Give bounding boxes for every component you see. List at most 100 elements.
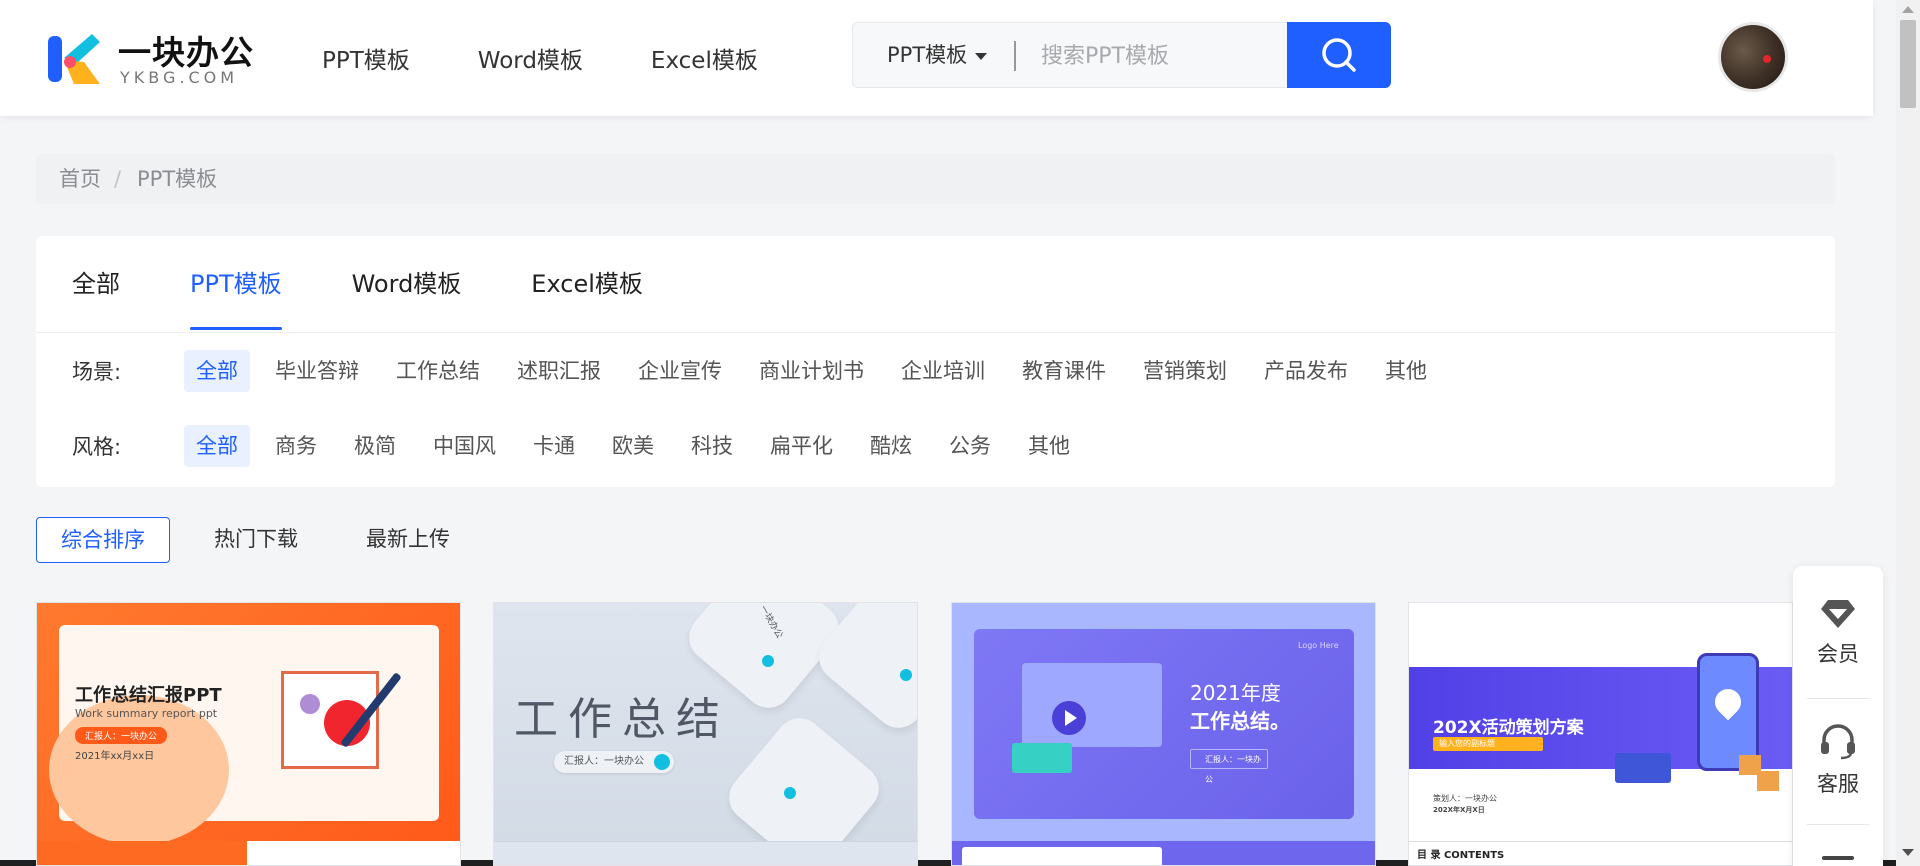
template-card[interactable]: 工作总结 汇报人：一块办公 一块办公 <box>493 602 918 866</box>
sort-options: 综合排序 热门下载 最新上传 <box>36 517 494 563</box>
tab-excel[interactable]: Excel模板 <box>531 236 643 332</box>
caret-down-icon <box>975 52 988 60</box>
logo-subtext: YKBG.COM <box>120 68 239 87</box>
template-card[interactable]: 工作总结汇报PPT Work summary report ppt 汇报人：一块… <box>36 602 461 866</box>
preview-block <box>962 847 1162 865</box>
decorative-dot <box>784 787 796 799</box>
scene-chip[interactable]: 营销策划 <box>1131 350 1239 392</box>
template-reporter: 策划人：一块办公 <box>1433 794 1497 803</box>
vip-button[interactable]: 会员 <box>1793 598 1883 668</box>
logo-mark-icon <box>48 34 100 84</box>
scene-chip[interactable]: 其他 <box>1373 350 1439 392</box>
style-chip[interactable]: 酷炫 <box>858 425 924 467</box>
template-year: 2021年度 <box>1190 681 1281 705</box>
scene-chip[interactable]: 商业计划书 <box>747 350 876 392</box>
template-subtitle: 输入您的副标题 <box>1433 737 1543 751</box>
scroll-down-icon[interactable] <box>1902 849 1914 856</box>
style-chip[interactable]: 全部 <box>184 425 250 467</box>
filter-panel: 全部 PPT模板 Word模板 Excel模板 场景: 全部 毕业答辩 工作总结… <box>36 236 1835 487</box>
style-filter-label: 风格: <box>72 435 122 459</box>
play-icon <box>1052 701 1086 735</box>
search-category-label: PPT模板 <box>887 43 968 67</box>
site-logo[interactable]: 一块办公 YKBG.COM <box>44 26 254 90</box>
template-title: 工作总结 <box>514 694 730 745</box>
scroll-up-icon[interactable] <box>1902 6 1914 13</box>
breadcrumb-home[interactable]: 首页 <box>59 154 101 204</box>
sort-newest-button[interactable]: 最新上传 <box>342 517 474 563</box>
scene-chip[interactable]: 毕业答辩 <box>263 350 371 392</box>
top-header: 一块办公 YKBG.COM PPT模板 Word模板 Excel模板 PPT模板 <box>0 0 1873 116</box>
template-date: 202X年X月X日 <box>1433 806 1485 814</box>
breadcrumb: 首页 / PPT模板 <box>36 154 1835 204</box>
preview-block <box>37 841 247 865</box>
scene-chip[interactable]: 全部 <box>184 350 250 392</box>
scene-chip[interactable]: 企业宣传 <box>626 350 734 392</box>
nav-ppt-templates[interactable]: PPT模板 <box>322 41 410 75</box>
user-avatar[interactable] <box>1718 22 1788 92</box>
search-input[interactable] <box>1039 23 1307 89</box>
scene-chip[interactable]: 教育课件 <box>1010 350 1118 392</box>
scene-chip[interactable]: 产品发布 <box>1252 350 1360 392</box>
scene-chip[interactable]: 述职汇报 <box>505 350 613 392</box>
template-corner-text: Logo Here <box>1298 641 1339 650</box>
scene-filter-label: 场景: <box>72 360 122 384</box>
style-chip[interactable]: 科技 <box>679 425 745 467</box>
style-chip[interactable]: 商务 <box>263 425 329 467</box>
scroll-thumb[interactable] <box>1900 20 1916 108</box>
panel-divider <box>1807 824 1869 825</box>
headset-icon <box>1821 724 1855 760</box>
tab-all[interactable]: 全部 <box>72 236 120 332</box>
search-button[interactable] <box>1287 22 1391 88</box>
scene-filter-row: 场景: 全部 毕业答辩 工作总结 述职汇报 企业宣传 商业计划书 企业培训 教育… <box>72 350 1452 392</box>
vip-label: 会员 <box>1817 642 1859 666</box>
template-subtitle: Work summary report ppt <box>75 707 218 720</box>
panel-more-icon[interactable] <box>1822 856 1854 860</box>
style-filter-row: 风格: 全部 商务 极简 中国风 卡通 欧美 科技 扁平化 酷炫 公务 其他 <box>72 425 1095 467</box>
style-chip[interactable]: 扁平化 <box>758 425 845 467</box>
style-chip[interactable]: 欧美 <box>600 425 666 467</box>
template-title: 工作总结。 <box>1190 709 1290 733</box>
thumbnail-preview-strip <box>37 841 460 865</box>
chart-illustration <box>1012 743 1072 773</box>
sort-popular-button[interactable]: 热门下载 <box>190 517 322 563</box>
scene-chip[interactable]: 工作总结 <box>384 350 492 392</box>
style-chip[interactable]: 其他 <box>1016 425 1082 467</box>
category-tabs: 全部 PPT模板 Word模板 Excel模板 <box>72 236 713 332</box>
template-reporter: 汇报人：一块办公 <box>554 751 674 773</box>
breadcrumb-current: PPT模板 <box>137 167 218 191</box>
sort-comprehensive-button[interactable]: 综合排序 <box>36 517 170 563</box>
style-chip[interactable]: 极简 <box>342 425 408 467</box>
box-illustration <box>1757 771 1779 791</box>
tab-word[interactable]: Word模板 <box>352 236 462 332</box>
search-category-dropdown[interactable]: PPT模板 <box>887 23 988 87</box>
truck-illustration <box>1615 753 1671 783</box>
style-chip[interactable]: 中国风 <box>421 425 508 467</box>
template-thumbnail: 工作总结 汇报人：一块办公 一块办公 <box>494 603 917 841</box>
screen-illustration <box>1022 663 1162 747</box>
tab-ppt[interactable]: PPT模板 <box>190 236 282 332</box>
search-bar: PPT模板 <box>852 22 1391 89</box>
breadcrumb-separator: / <box>114 167 122 191</box>
panel-divider <box>1807 698 1869 699</box>
template-card[interactable]: 2021年度 工作总结。 汇报人：一块办公 Logo Here <box>951 602 1376 866</box>
template-card[interactable]: 202X活动策划方案 输入您的副标题 策划人：一块办公 202X年X月X日 目 … <box>1408 602 1793 866</box>
decorative-dot <box>900 669 912 681</box>
template-reporter: 汇报人：一块办公 <box>75 727 168 744</box>
style-chip[interactable]: 公务 <box>937 425 1003 467</box>
nav-word-templates[interactable]: Word模板 <box>478 41 583 75</box>
diamond-icon <box>1821 600 1855 628</box>
decorative-tile <box>719 708 889 841</box>
template-thumbnail: 2021年度 工作总结。 汇报人：一块办公 Logo Here <box>952 603 1375 841</box>
customer-service-button[interactable]: 客服 <box>1793 724 1883 798</box>
thumbnail-preview-strip: 目 录 CONTENTS <box>1409 841 1792 865</box>
search-divider <box>1014 41 1016 71</box>
nav-excel-templates[interactable]: Excel模板 <box>651 41 758 75</box>
vertical-scrollbar[interactable] <box>1896 0 1920 866</box>
template-title: 202X活动策划方案 <box>1433 718 1584 738</box>
thumbnail-preview-strip <box>952 841 1375 865</box>
style-chip[interactable]: 卡通 <box>521 425 587 467</box>
search-icon <box>1322 38 1356 72</box>
scene-chip[interactable]: 企业培训 <box>889 350 997 392</box>
logo-text: 一块办公 <box>118 33 254 72</box>
decorative-dot <box>762 655 774 667</box>
